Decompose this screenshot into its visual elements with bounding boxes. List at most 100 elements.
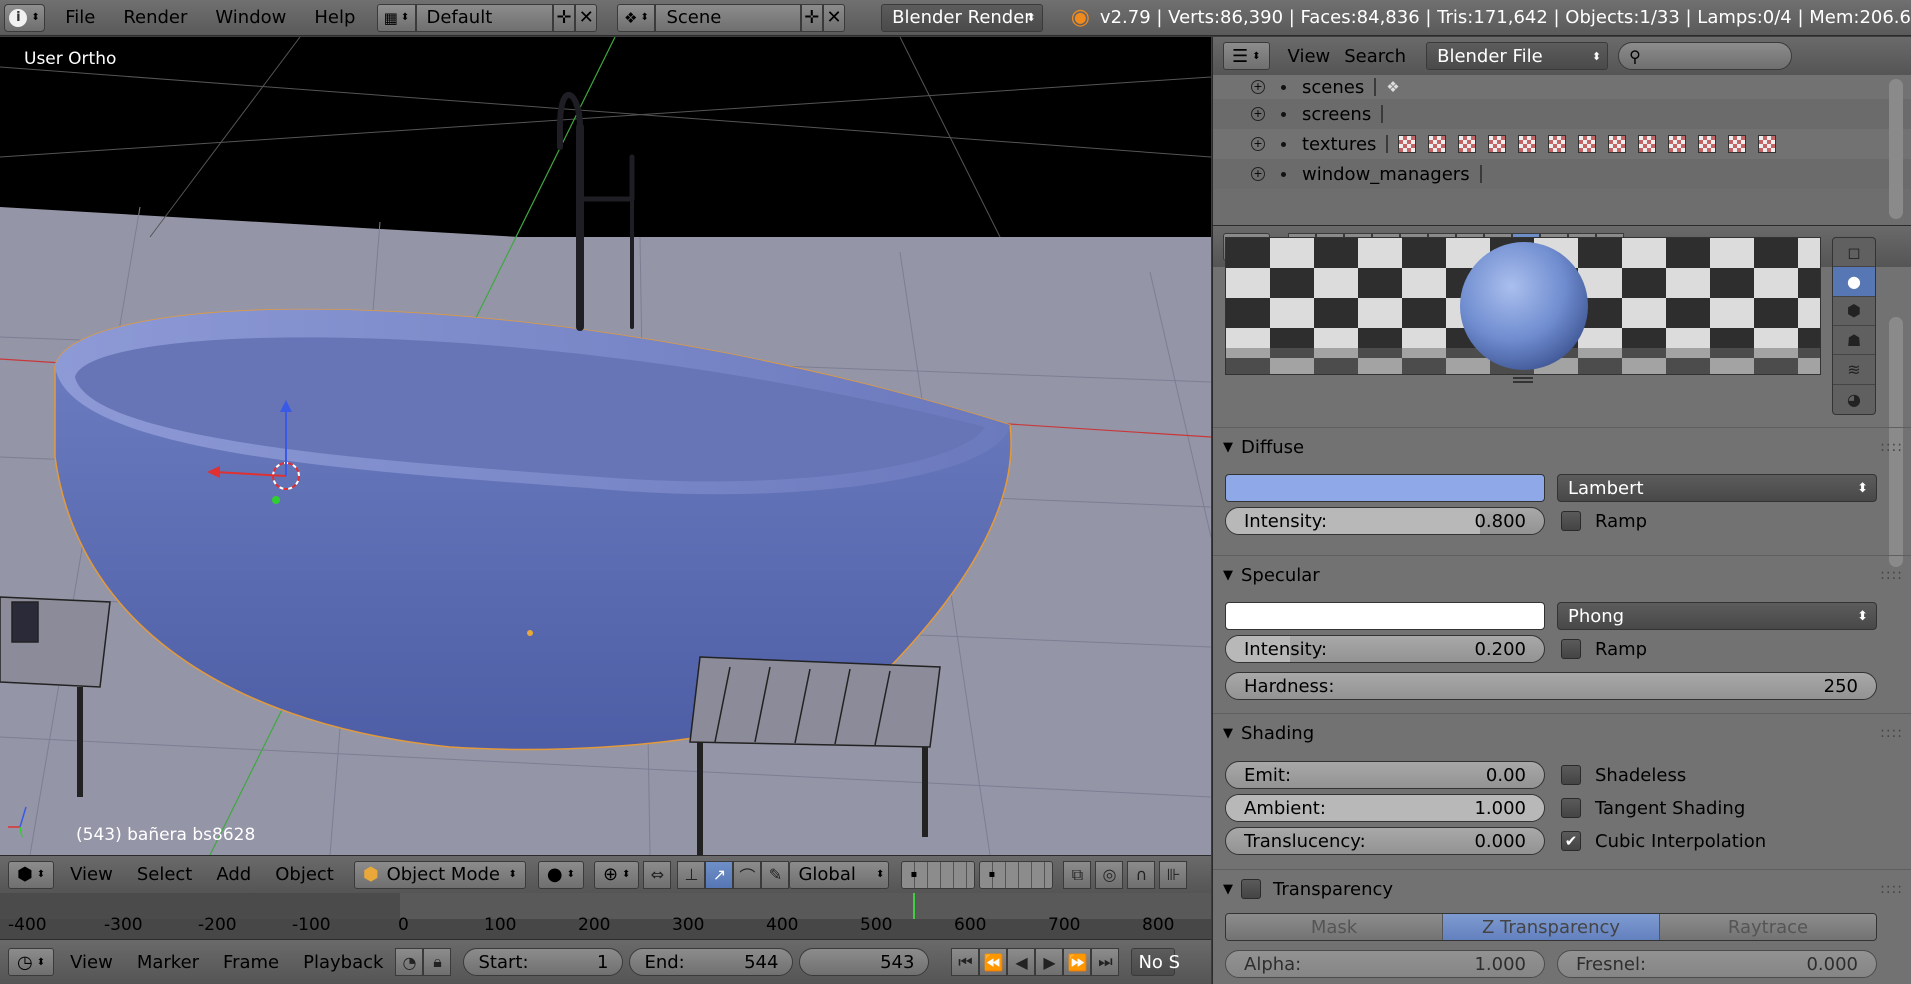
checkbox-box[interactable] [1241,879,1261,899]
editor-type-info-button[interactable]: i ⬍ [4,3,46,32]
texture-icon[interactable] [1608,135,1627,153]
editor-type-outliner-button[interactable]: ☰ ⬍ [1223,42,1270,70]
remove-layout-button[interactable]: ✕ [575,3,598,32]
3d-viewport[interactable]: User Ortho (543) bañera bs8628 [0,37,1211,855]
outliner-row-window-managers[interactable]: + window_managers [1213,159,1911,189]
scale-manipulator-button[interactable]: ⌒ [733,860,762,889]
checkbox-box[interactable] [1561,639,1581,659]
expand-icon[interactable]: + [1251,137,1265,151]
orientation-dropdown[interactable]: Global ⬍ [789,860,890,889]
texture-icon[interactable] [1428,135,1447,153]
outliner-scrollbar[interactable] [1889,79,1903,219]
menu-marker[interactable]: Marker [125,952,211,973]
menu-view[interactable]: View [58,952,125,973]
menu-help[interactable]: Help [300,7,369,28]
diffuse-ramp-checkbox[interactable]: Ramp [1561,507,1647,535]
layer-lock-button[interactable]: ⧉ [1063,860,1092,889]
checkbox-box[interactable]: ✔ [1561,831,1581,851]
expand-icon[interactable]: + [1251,107,1265,121]
proportional-edit-button[interactable]: ◎ [1095,860,1124,889]
start-frame-field[interactable]: Start: 1 [463,948,624,976]
raytrace-option[interactable]: Raytrace [1660,914,1876,940]
menu-add[interactable]: Add [204,864,263,885]
diffuse-shader-dropdown[interactable]: Lambert ⬍ [1557,474,1877,502]
sync-mode-dropdown[interactable]: No S [1131,948,1180,976]
checkbox-box[interactable] [1561,511,1581,531]
texture-icon[interactable] [1728,135,1747,153]
texture-icon[interactable] [1668,135,1687,153]
specular-color-swatch[interactable] [1225,602,1545,630]
hardness-field[interactable]: Hardness: 250 [1225,672,1877,700]
preview-range-button[interactable]: ◔ [395,948,424,976]
texture-icon[interactable] [1698,135,1717,153]
texture-icon[interactable] [1578,135,1597,153]
layout-browse-button[interactable]: ▦ ⬍ [377,3,416,32]
preview-monkey-button[interactable]: ☗ [1833,326,1875,356]
outliner-search-input[interactable]: ⚲ [1618,42,1793,70]
lock-range-button[interactable]: 🔒︎ [423,948,452,976]
outliner-row-screens[interactable]: + screens [1213,99,1911,129]
transparency-panel-header[interactable]: ▼ Transparency :::: [1223,875,1903,903]
mode-dropdown[interactable]: ⬢ Object Mode ⬍ [353,860,526,889]
menu-select[interactable]: Select [125,864,205,885]
rotate-manipulator-button[interactable]: ↗ [705,860,734,889]
jump-end-button[interactable]: ⏭ [1091,948,1120,976]
diffuse-panel-header[interactable]: ▼ Diffuse :::: [1223,433,1903,461]
preview-world-button[interactable]: ◕ [1833,385,1875,414]
play-reverse-button[interactable]: ◀ [1007,948,1036,976]
current-frame-field[interactable]: 543 [799,948,930,976]
alpha-slider[interactable]: Alpha: 1.000 [1225,950,1545,978]
shadeless-checkbox[interactable]: Shadeless [1561,761,1686,789]
specular-intensity-slider[interactable]: Intensity: 0.200 [1225,635,1545,663]
mask-option[interactable]: Mask [1226,914,1443,940]
emit-field[interactable]: Emit: 0.00 [1225,761,1545,789]
translate-manipulator-button[interactable]: ⊥ [677,860,706,889]
preview-cube-button[interactable]: ⬢ [1833,297,1875,327]
menu-view[interactable]: View [58,864,125,885]
tangent-shading-checkbox[interactable]: Tangent Shading [1561,794,1745,822]
menu-frame[interactable]: Frame [211,952,291,973]
expand-icon[interactable]: + [1251,167,1265,181]
checkbox-box[interactable] [1561,798,1581,818]
diffuse-intensity-slider[interactable]: Intensity: 0.800 [1225,507,1545,535]
texture-icon[interactable] [1518,135,1537,153]
pivot-dropdown[interactable]: ⊕ ⬍ [593,860,640,889]
menu-window[interactable]: Window [201,7,300,28]
snap-element-button[interactable]: ⊪ [1159,860,1188,889]
editor-type-timeline-button[interactable]: ◷ ⬍ [8,948,55,976]
jump-start-button[interactable]: ⏮ [951,948,980,976]
outliner-list[interactable]: + scenes ❖ + screens + textures + window… [1213,75,1911,225]
menu-view[interactable]: View [1274,46,1345,67]
prev-keyframe-button[interactable]: ⏪ [979,948,1008,976]
drag-handle-icon[interactable]: :::: [1880,439,1903,455]
snap-toggle-button[interactable]: ∩ [1127,860,1156,889]
menu-object[interactable]: Object [263,864,346,885]
menu-playback[interactable]: Playback [291,952,395,973]
cubic-interpolation-checkbox[interactable]: ✔ Cubic Interpolation [1561,827,1766,855]
texture-icon[interactable] [1548,135,1567,153]
play-button[interactable]: ▶ [1035,948,1064,976]
add-scene-button[interactable]: ✛ [800,3,823,32]
scene-browse-button[interactable]: ❖ ⬍ [617,3,656,32]
end-frame-field[interactable]: End: 544 [629,948,794,976]
layers-grid-1[interactable]: ▪ [901,860,976,889]
menu-file[interactable]: File [51,7,109,28]
fresnel-slider[interactable]: Fresnel: 0.000 [1557,950,1877,978]
next-keyframe-button[interactable]: ⏩ [1063,948,1092,976]
render-engine-dropdown[interactable]: Blender Render ⬍ [881,3,1043,32]
menu-search[interactable]: Search [1344,46,1420,67]
outliner-row-scenes[interactable]: + scenes ❖ [1213,75,1911,99]
texture-icon[interactable] [1638,135,1657,153]
translucency-slider[interactable]: Translucency: 0.000 [1225,827,1545,855]
remove-scene-button[interactable]: ✕ [822,3,846,32]
menu-render[interactable]: Render [109,7,201,28]
editor-type-3d-button[interactable]: ⬢ ⬍ [8,860,55,889]
layers-grid-2[interactable]: ▪ [979,860,1054,889]
drag-handle-icon[interactable]: :::: [1880,567,1903,583]
preview-sphere-button[interactable]: ● [1833,267,1875,297]
texture-icon[interactable] [1488,135,1507,153]
snap-manipulator-button[interactable]: ✎ [761,860,790,889]
texture-icon[interactable] [1758,135,1777,153]
shading-dropdown[interactable]: ● ⬍ [537,860,584,889]
scene-name-field[interactable]: Scene [655,3,801,32]
